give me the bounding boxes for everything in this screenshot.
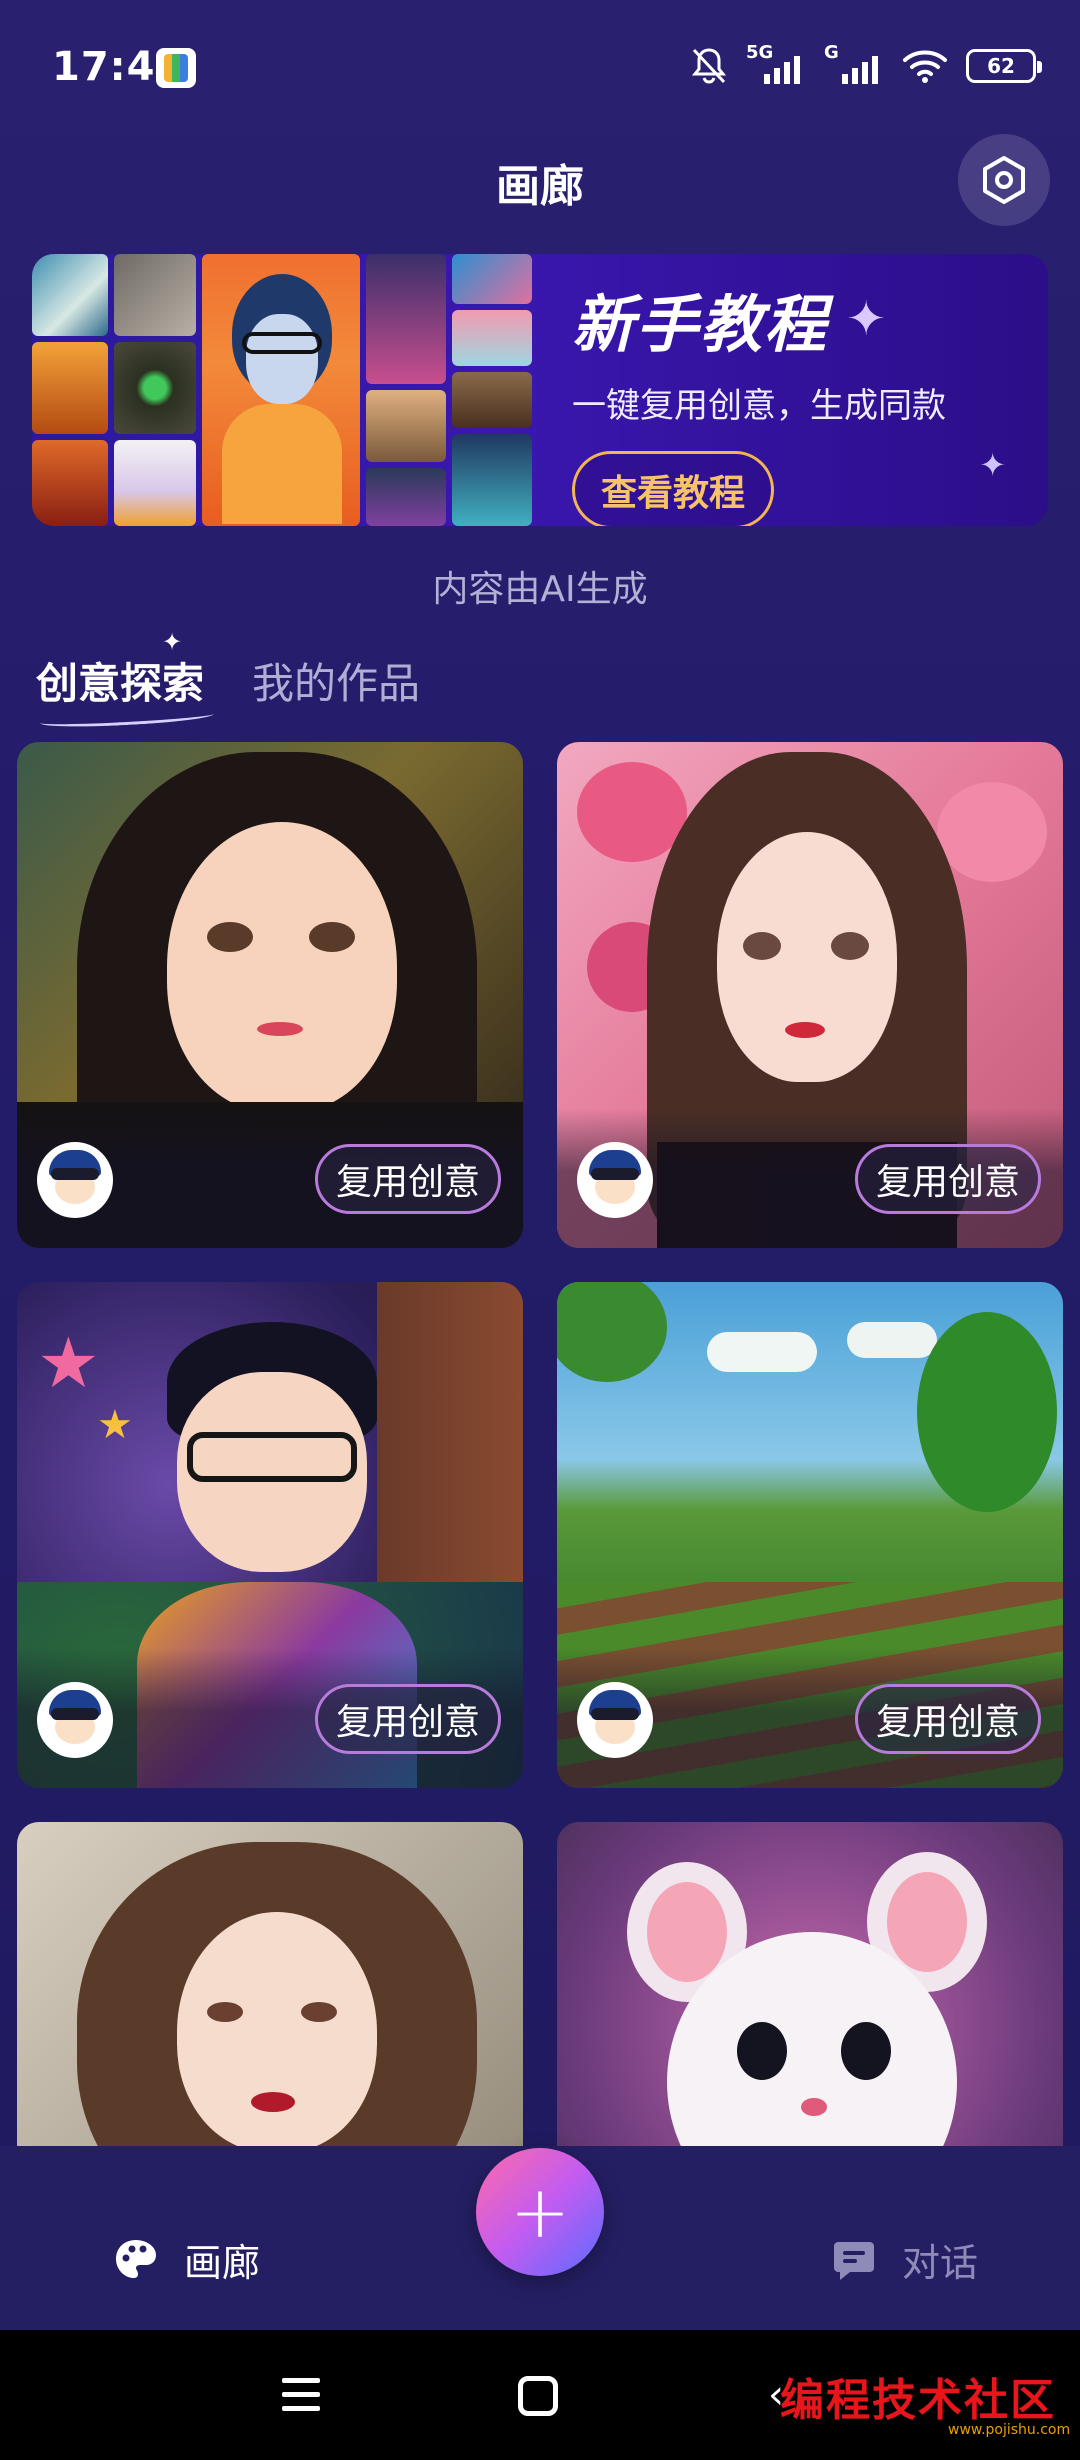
palette-icon xyxy=(116,2239,156,2278)
reuse-idea-button[interactable]: 复用创意 xyxy=(854,1144,1041,1214)
status-bar: 17:41 5G G 62 xyxy=(0,0,1080,140)
card-image xyxy=(17,1822,523,2146)
nav-gallery-label: 画廊 xyxy=(184,2241,261,2285)
banner-collage-image xyxy=(32,254,532,526)
hexagon-settings-icon xyxy=(983,156,1025,204)
plus-icon: + xyxy=(509,2170,571,2254)
bell-muted-icon xyxy=(691,48,727,84)
creative-card[interactable]: ★ ★ 复用创意 xyxy=(17,1282,523,1788)
banner-subtitle: 一键复用创意，生成同款 xyxy=(572,386,946,426)
nav-gallery[interactable]: 画廊 xyxy=(112,2232,260,2287)
nav-chat[interactable]: 对话 xyxy=(830,2232,978,2287)
watermark: 编程技术社区 xyxy=(780,2375,1056,2426)
creator-avatar[interactable] xyxy=(37,1142,113,1218)
creator-avatar[interactable] xyxy=(37,1682,113,1758)
battery-icon: 62 xyxy=(966,49,1042,83)
chat-bubble-icon xyxy=(834,2241,874,2280)
creative-card[interactable]: 复用创意 xyxy=(557,1282,1063,1788)
menu-icon[interactable] xyxy=(282,2378,320,2420)
battery-level: 62 xyxy=(987,54,1015,78)
creative-card[interactable]: 复用创意 xyxy=(557,742,1063,1248)
view-tutorial-button[interactable]: 查看教程 xyxy=(572,451,775,526)
tutorial-banner[interactable]: 新手教程 ✦ 一键复用创意，生成同款 查看教程 ✦ xyxy=(32,254,1048,526)
card-image xyxy=(557,1822,1063,2146)
network-type-label-2: G xyxy=(824,42,839,63)
home-icon[interactable] xyxy=(518,2376,558,2416)
creative-card[interactable] xyxy=(557,1822,1063,2146)
sparkle-icon-small: ✦ xyxy=(979,446,1006,484)
status-indicators: 5G G 62 xyxy=(690,42,1042,90)
nav-chat-label: 对话 xyxy=(902,2241,979,2285)
banner-text: 新手教程 ✦ 一键复用创意，生成同款 查看教程 xyxy=(572,274,1032,526)
tab-bar: 创意探索 我的作品 xyxy=(36,650,420,711)
tab-my-works[interactable]: 我的作品 xyxy=(252,650,420,711)
watermark-url: www.pojishu.com xyxy=(948,2422,1071,2438)
notification-app-icon xyxy=(156,48,196,88)
reuse-idea-button[interactable]: 复用创意 xyxy=(314,1684,501,1754)
sparkle-icon-tab: ✦ xyxy=(162,628,183,656)
banner-title-text: 新手教程 xyxy=(572,288,829,361)
wifi-icon xyxy=(903,50,947,83)
creator-avatar[interactable] xyxy=(577,1682,653,1758)
banner-title: 新手教程 ✦ xyxy=(572,274,1032,364)
settings-button[interactable] xyxy=(958,134,1050,226)
ai-generated-note: 内容由AI生成 xyxy=(432,569,648,610)
reuse-idea-button[interactable]: 复用创意 xyxy=(854,1684,1041,1754)
creative-card[interactable]: 复用创意 xyxy=(17,742,523,1248)
creator-avatar[interactable] xyxy=(577,1142,653,1218)
cell-signal-icon-2: G xyxy=(824,42,884,86)
page-title: 画廊 xyxy=(496,161,584,212)
creative-card[interactable] xyxy=(17,1822,523,2146)
sparkle-icon: ✦ xyxy=(846,291,889,347)
creative-grid: 复用创意 复用创意 ★ ★ 复用创意 复用创意 xyxy=(17,742,1063,2146)
tab-creative-explore[interactable]: 创意探索 xyxy=(36,650,204,711)
create-button[interactable]: + xyxy=(476,2148,604,2276)
cell-signal-icon: 5G xyxy=(746,42,806,86)
reuse-idea-button[interactable]: 复用创意 xyxy=(314,1144,501,1214)
